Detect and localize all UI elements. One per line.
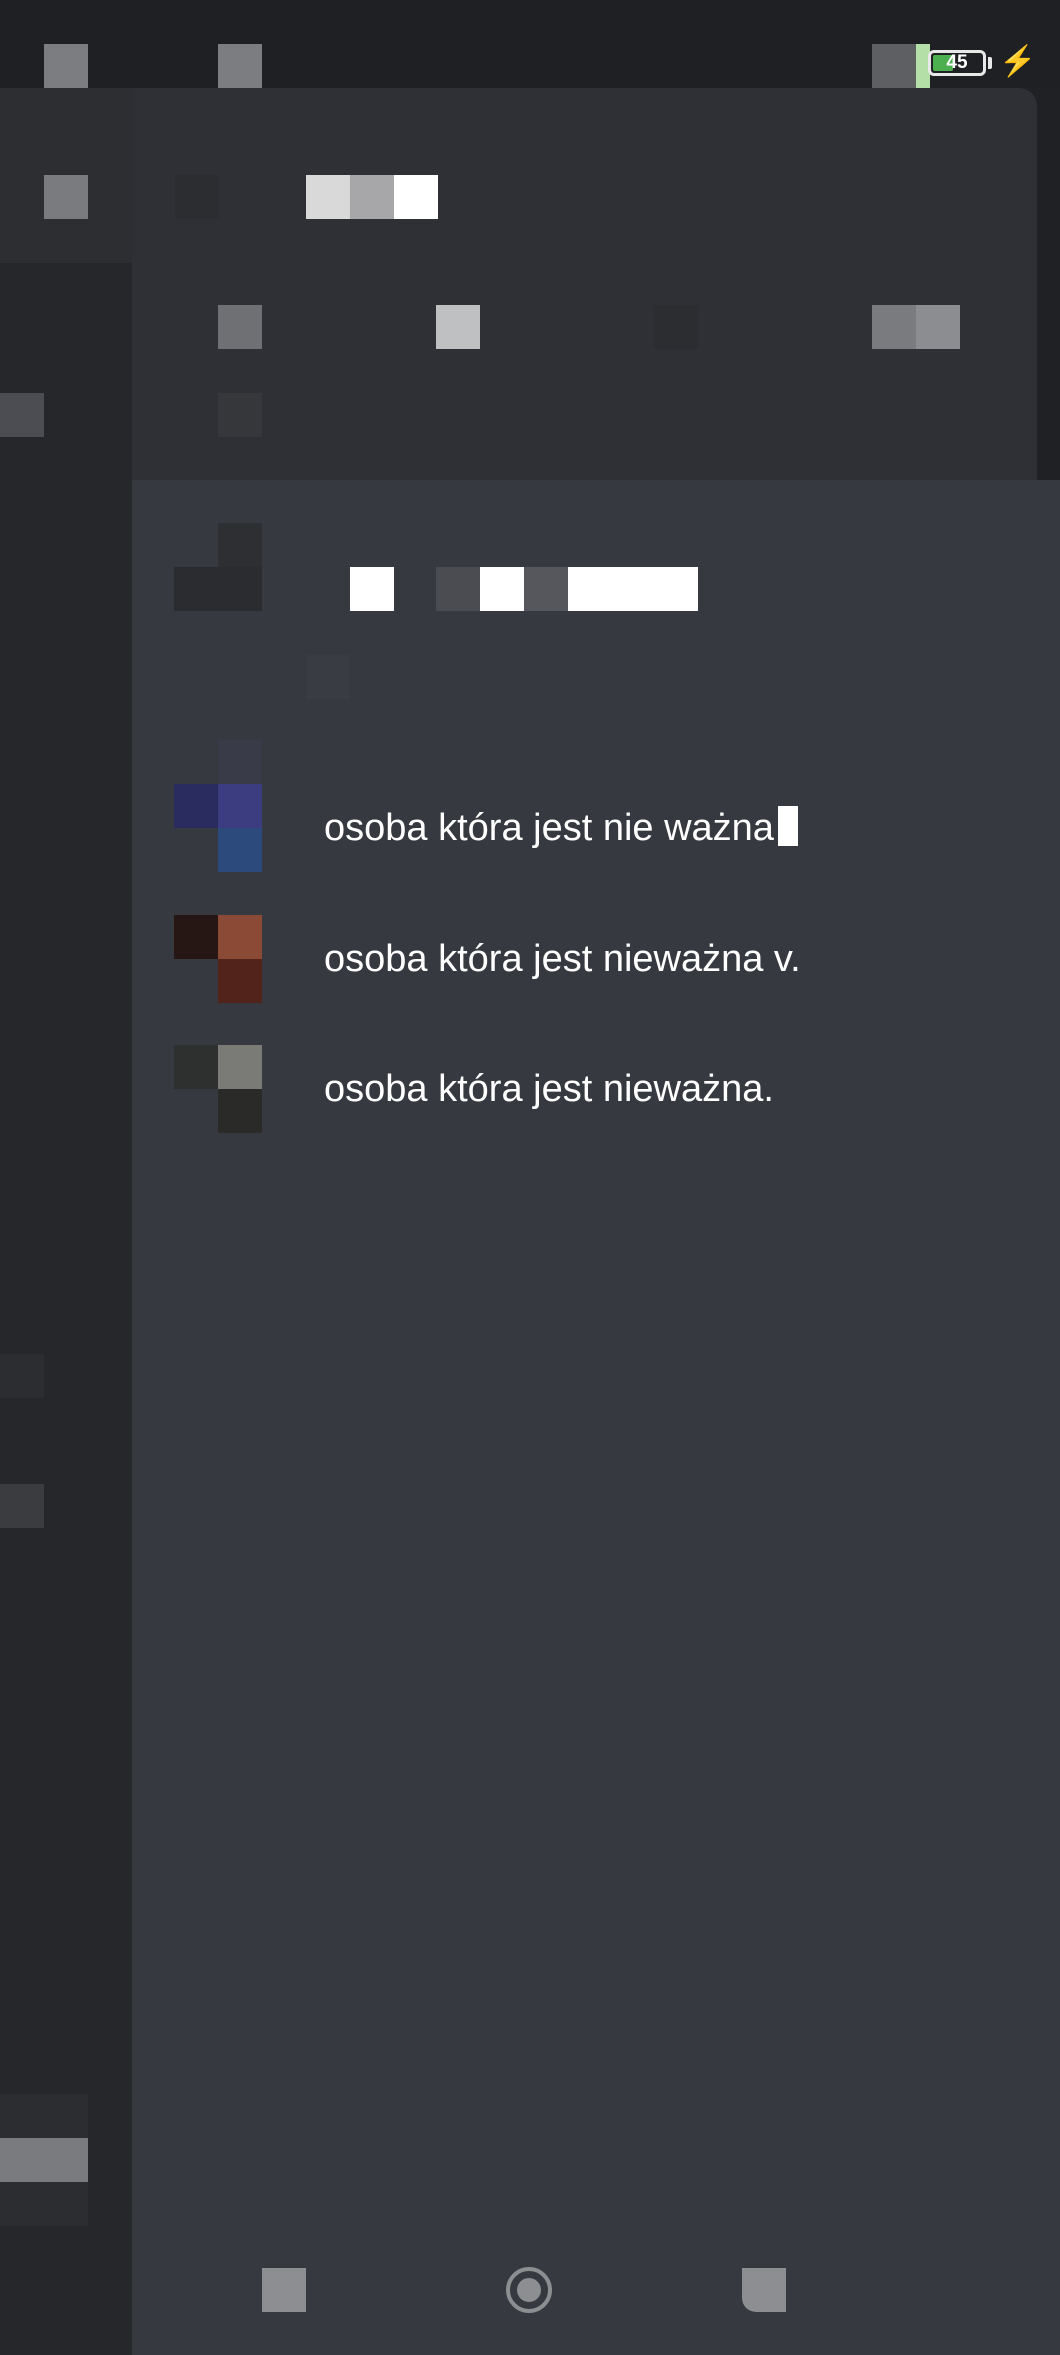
section-icon	[218, 740, 262, 784]
header-search-icon[interactable]	[218, 393, 262, 437]
section-title-block	[350, 567, 394, 611]
section-title-block	[436, 567, 480, 611]
add-server-icon[interactable]	[0, 2138, 88, 2182]
section-title-block	[480, 567, 524, 611]
server-icon[interactable]	[0, 1484, 44, 1528]
header-title-block	[306, 175, 350, 219]
battery-level: 45	[946, 52, 968, 73]
server-icon[interactable]	[0, 2182, 88, 2226]
header-action-icon[interactable]	[872, 305, 916, 349]
text-cursor	[777, 806, 798, 846]
section-title-block	[524, 567, 568, 611]
member-name: osoba która jest nie ważna	[324, 807, 774, 849]
member-row[interactable]: osoba która jest nieważna.	[174, 1045, 994, 1133]
home-circle-icon[interactable]	[506, 2267, 552, 2313]
section-icon	[218, 523, 262, 567]
direct-messages-icon[interactable]	[44, 175, 88, 219]
status-signal-icon	[872, 44, 916, 88]
section-title-block	[568, 567, 698, 611]
back-icon[interactable]	[742, 2268, 786, 2312]
server-icon[interactable]	[0, 1354, 44, 1398]
header-title-block	[350, 175, 394, 219]
battery-icon: 45	[928, 50, 986, 76]
member-row[interactable]: osoba która jest nieważna v.	[174, 915, 994, 1003]
section-icon	[174, 567, 262, 611]
header-icon	[175, 175, 219, 219]
header-title-block	[394, 175, 438, 219]
status-notification-icon	[218, 44, 262, 88]
recents-square-icon[interactable]	[262, 2268, 306, 2312]
header-action-icon[interactable]	[218, 305, 262, 349]
avatar	[174, 915, 262, 1003]
status-bar: 45 ⚡	[0, 0, 1060, 88]
status-notification-icon	[44, 44, 88, 88]
header-action-icon[interactable]	[916, 305, 960, 349]
section-subtitle-block	[306, 655, 350, 699]
battery-tip	[988, 57, 992, 69]
avatar	[174, 1045, 262, 1133]
bolt-icon: ⚡	[999, 45, 1037, 78]
server-icon[interactable]	[0, 393, 44, 437]
header-action-icon[interactable]	[654, 305, 698, 349]
member-list-panel	[132, 480, 1060, 2355]
member-name: osoba która jest nieważna v.	[324, 938, 801, 980]
header-action-icon[interactable]	[436, 305, 480, 349]
drawer-header	[132, 88, 1037, 480]
member-row[interactable]: osoba która jest nie ważna	[174, 784, 994, 872]
server-icon[interactable]	[0, 2094, 88, 2138]
server-list	[0, 88, 132, 2355]
avatar	[174, 784, 262, 872]
member-name: osoba która jest nieważna.	[324, 1068, 774, 1110]
